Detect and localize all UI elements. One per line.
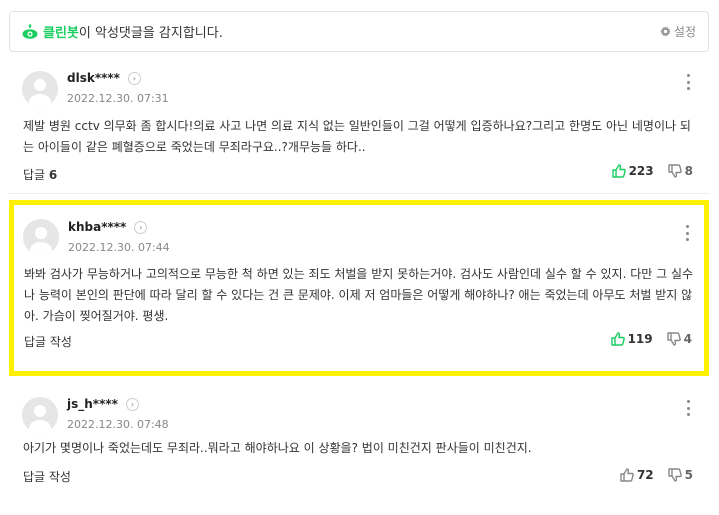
comment-nickname[interactable]: dlsk**** › [67, 71, 141, 85]
thumbs-up-icon [610, 332, 625, 346]
vote-area: 119 4 [610, 332, 692, 346]
upvote-count: 72 [636, 468, 654, 482]
thumbs-down-icon [667, 468, 682, 482]
profile-chevron-icon[interactable]: › [125, 398, 139, 411]
downvote-count: 5 [684, 468, 693, 482]
comment-nickname[interactable]: js_h**** › [67, 397, 139, 411]
reply-label: 답글 작성 [23, 470, 71, 484]
upvote-button[interactable]: 119 [610, 332, 653, 346]
comment-nickname[interactable]: khba**** › [68, 220, 148, 234]
reply-button[interactable]: 답글 작성 [23, 468, 71, 485]
thumbs-up-icon [620, 468, 634, 482]
downvote-button[interactable]: 5 [667, 468, 693, 482]
profile-chevron-icon[interactable]: › [134, 221, 148, 234]
cleanbot-brand: 클린봇 [43, 26, 79, 41]
thumbs-down-icon [667, 164, 682, 178]
reply-button[interactable]: 답글 작성 [24, 333, 72, 350]
nickname-text: dlsk**** [67, 71, 120, 85]
upvote-count: 119 [627, 332, 653, 346]
default-profile-icon [23, 219, 59, 255]
default-profile-icon [22, 71, 58, 107]
cleanbot-eye-icon [22, 23, 38, 39]
reply-count: 6 [48, 168, 58, 182]
gear-icon [660, 26, 671, 37]
vote-area: 223 8 [611, 164, 693, 178]
comment-date: 2022.12.30. 07:31 [67, 92, 169, 105]
reply-label: 답글 작성 [24, 335, 72, 349]
comment-item-highlighted: khba**** › 2022.12.30. 07:44 봐봐 검사가 무능하거나… [9, 200, 709, 376]
nickname-text: js_h**** [67, 397, 118, 411]
avatar[interactable] [22, 71, 58, 107]
more-options-icon[interactable] [681, 225, 693, 241]
comment-item: dlsk**** › 2022.12.30. 07:31 제발 병원 cctv 의… [9, 54, 709, 194]
upvote-button[interactable]: 72 [620, 468, 654, 482]
thumbs-down-icon [666, 332, 681, 346]
more-options-icon[interactable] [682, 74, 694, 90]
comment-item: js_h**** › 2022.12.30. 07:48 아기가 몇명이나 죽었는… [9, 380, 709, 512]
comment-text: 제발 병원 cctv 의무화 좀 합시다!의료 사고 나면 의료 지식 없는 일… [23, 119, 691, 154]
default-profile-icon [22, 397, 58, 433]
reply-button[interactable]: 답글 6 [23, 166, 57, 183]
upvote-button[interactable]: 223 [611, 164, 654, 178]
comment-date: 2022.12.30. 07:44 [68, 241, 170, 254]
more-options-icon[interactable] [682, 400, 694, 416]
nickname-text: khba**** [68, 220, 127, 234]
downvote-button[interactable]: 8 [667, 164, 693, 178]
settings-label: 설정 [673, 25, 696, 39]
comment-text: 아기가 몇명이나 죽었는데도 무죄라..뭐라고 해야하나요 이 상황을? 법이 … [23, 441, 532, 455]
cleanbot-settings-button[interactable]: 설정 [660, 23, 696, 40]
profile-chevron-icon[interactable]: › [127, 72, 141, 85]
avatar[interactable] [23, 219, 59, 255]
reply-label: 답글 [23, 168, 46, 182]
comment-text: 봐봐 검사가 무능하거나 고의적으로 무능한 척 하면 있는 죄도 처벌을 받지… [24, 267, 694, 323]
avatar[interactable] [22, 397, 58, 433]
thumbs-up-icon [611, 164, 626, 178]
downvote-button[interactable]: 4 [666, 332, 692, 346]
upvote-count: 223 [628, 164, 654, 178]
downvote-count: 4 [683, 332, 692, 346]
cleanbot-banner: 클린봇 이 악성댓글을 감지합니다. 설정 [9, 11, 709, 52]
vote-area: 72 5 [620, 468, 693, 482]
cleanbot-description: 이 악성댓글을 감지합니다. [78, 26, 223, 41]
downvote-count: 8 [684, 164, 693, 178]
comment-date: 2022.12.30. 07:48 [67, 418, 169, 431]
